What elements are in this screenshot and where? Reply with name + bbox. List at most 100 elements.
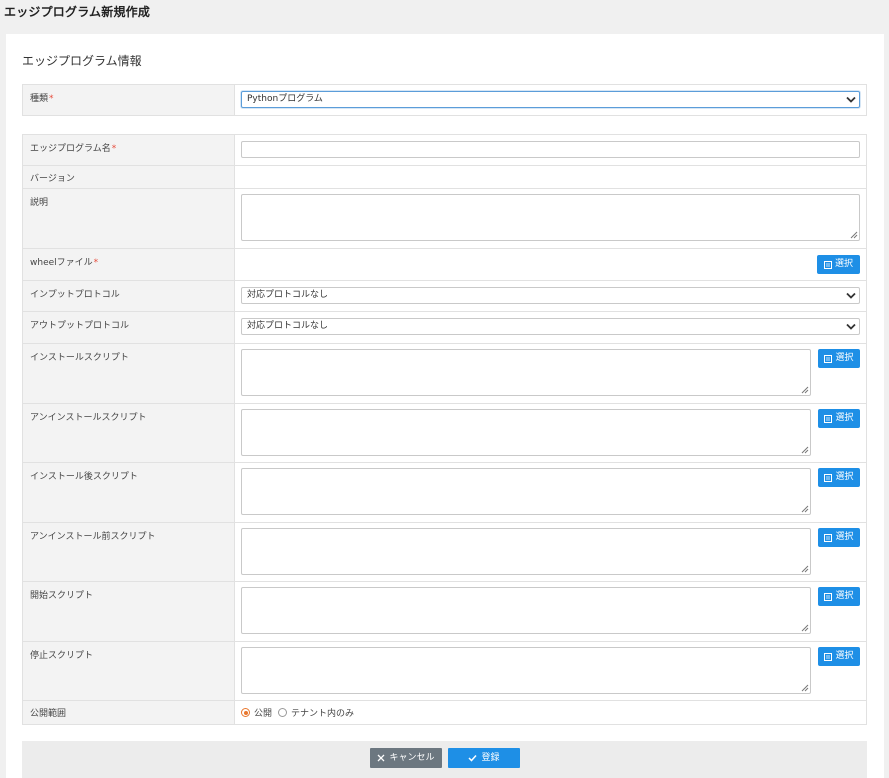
select-button-label: 選択 [835, 591, 854, 601]
resize-grip-icon[interactable] [801, 684, 809, 692]
post-install-script-label: インストール後スクリプト [30, 472, 138, 482]
output-protocol-value: 対応プロトコルなし [247, 321, 329, 331]
name-label: エッジプログラム名 [30, 144, 111, 154]
uninstall-script-select-button[interactable]: 選択 [818, 409, 860, 428]
start-script-label-cell: 開始スクリプト [22, 581, 235, 642]
start-script-label: 開始スクリプト [30, 591, 94, 601]
select-button-label: 選択 [835, 353, 854, 363]
post-install-script-select-button[interactable]: 選択 [818, 468, 860, 487]
type-value-cell: Pythonプログラム [234, 84, 867, 116]
install-script-textarea[interactable] [241, 349, 811, 396]
close-icon [378, 754, 385, 762]
version-label: バージョン [30, 174, 75, 184]
submit-button[interactable]: 登録 [448, 748, 520, 768]
install-script-select-button[interactable]: 選択 [818, 349, 860, 368]
start-script-textarea[interactable] [241, 587, 811, 634]
start-script-value-cell: 選択 [234, 581, 867, 642]
pre-uninstall-script-label-cell: アンインストール前スクリプト [22, 522, 235, 582]
check-icon [468, 754, 478, 762]
start-script-select-button[interactable]: 選択 [818, 587, 860, 606]
wheel-label: wheelファイル [30, 258, 93, 268]
document-icon [824, 354, 833, 363]
required-mark: * [93, 258, 99, 268]
section-title: エッジプログラム情報 [22, 54, 142, 68]
document-icon [824, 473, 833, 482]
stop-script-label: 停止スクリプト [30, 651, 94, 661]
select-button-label: 選択 [835, 472, 854, 482]
document-icon [824, 533, 833, 542]
uninstall-script-label: アンインストールスクリプト [30, 413, 147, 423]
wheel-label-cell: wheelファイル* [22, 248, 235, 281]
radio-public-label[interactable]: 公開 [254, 706, 272, 719]
cancel-label: キャンセル [389, 753, 435, 763]
install-script-value-cell: 選択 [234, 343, 867, 404]
input-protocol-select[interactable]: 対応プロトコルなし [241, 287, 860, 304]
description-label-cell: 説明 [22, 188, 235, 249]
install-script-label-cell: インストールスクリプト [22, 343, 235, 404]
resize-grip-icon[interactable] [850, 231, 858, 239]
pre-uninstall-script-select-button[interactable]: 選択 [818, 528, 860, 547]
version-label-cell: バージョン [22, 165, 235, 189]
cancel-button[interactable]: キャンセル [370, 748, 442, 768]
chevron-down-icon [846, 96, 856, 103]
submit-label: 登録 [481, 753, 500, 763]
description-textarea[interactable] [241, 194, 860, 241]
pre-uninstall-script-label: アンインストール前スクリプト [30, 532, 156, 542]
resize-grip-icon[interactable] [801, 386, 809, 394]
resize-grip-icon[interactable] [801, 505, 809, 513]
chevron-down-icon [846, 323, 856, 330]
output-protocol-label-cell: アウトプットプロトコル [22, 311, 235, 344]
stop-script-textarea[interactable] [241, 647, 811, 694]
document-icon [823, 260, 832, 269]
chevron-down-icon [846, 292, 856, 299]
select-button-label: 選択 [835, 651, 854, 661]
type-table: 種類* Pythonプログラム [22, 84, 867, 116]
type-label: 種類 [30, 94, 49, 104]
stop-script-select-button[interactable]: 選択 [818, 647, 860, 666]
page-title: エッジプログラム新規作成 [4, 5, 151, 19]
output-protocol-label: アウトプットプロトコル [30, 321, 130, 331]
radio-public[interactable] [241, 708, 250, 717]
input-protocol-label-cell: インプットプロトコル [22, 280, 235, 312]
type-select[interactable]: Pythonプログラム [241, 91, 860, 108]
visibility-radio-group: 公開 テナント内のみ [241, 706, 860, 719]
input-protocol-value-cell: 対応プロトコルなし [234, 280, 867, 312]
uninstall-script-label-cell: アンインストールスクリプト [22, 403, 235, 463]
install-script-label: インストールスクリプト [30, 353, 129, 363]
wheel-select-label: 選択 [834, 259, 853, 269]
visibility-value-cell: 公開 テナント内のみ [234, 700, 867, 725]
details-table: エッジプログラム名* バージョン 説明 wheelファイル* 選択 インプットプ… [22, 134, 867, 725]
name-value-cell [234, 134, 867, 166]
resize-grip-icon[interactable] [801, 624, 809, 632]
form-panel: エッジプログラム情報 種類* Pythonプログラム エッジプログラム名* バー… [6, 34, 884, 778]
pre-uninstall-script-value-cell: 選択 [234, 522, 867, 582]
description-label: 説明 [30, 198, 49, 208]
output-protocol-select[interactable]: 対応プロトコルなし [241, 318, 860, 335]
name-label-cell: エッジプログラム名* [22, 134, 235, 166]
footer-bar: キャンセル 登録 [22, 741, 867, 778]
description-value-cell [234, 188, 867, 249]
input-protocol-value: 対応プロトコルなし [247, 290, 329, 300]
wheel-value-cell: 選択 [234, 248, 867, 281]
program-name-input[interactable] [241, 141, 860, 158]
visibility-label: 公開範囲 [30, 709, 67, 719]
required-mark: * [111, 144, 117, 154]
stop-script-label-cell: 停止スクリプト [22, 641, 235, 701]
visibility-label-cell: 公開範囲 [22, 700, 235, 725]
select-button-label: 選択 [835, 413, 854, 423]
pre-uninstall-script-textarea[interactable] [241, 528, 811, 575]
resize-grip-icon[interactable] [801, 446, 809, 454]
wheel-select-button[interactable]: 選択 [817, 255, 860, 274]
radio-tenant-only-label[interactable]: テナント内のみ [291, 706, 354, 719]
type-select-value: Pythonプログラム [247, 94, 323, 104]
resize-grip-icon[interactable] [801, 565, 809, 573]
document-icon [824, 592, 833, 601]
input-protocol-label: インプットプロトコル [30, 290, 120, 300]
version-value [234, 165, 867, 189]
uninstall-script-textarea[interactable] [241, 409, 811, 456]
post-install-script-textarea[interactable] [241, 468, 811, 515]
post-install-script-value-cell: 選択 [234, 462, 867, 523]
select-button-label: 選択 [835, 532, 854, 542]
radio-tenant-only[interactable] [278, 708, 288, 717]
uninstall-script-value-cell: 選択 [234, 403, 867, 463]
